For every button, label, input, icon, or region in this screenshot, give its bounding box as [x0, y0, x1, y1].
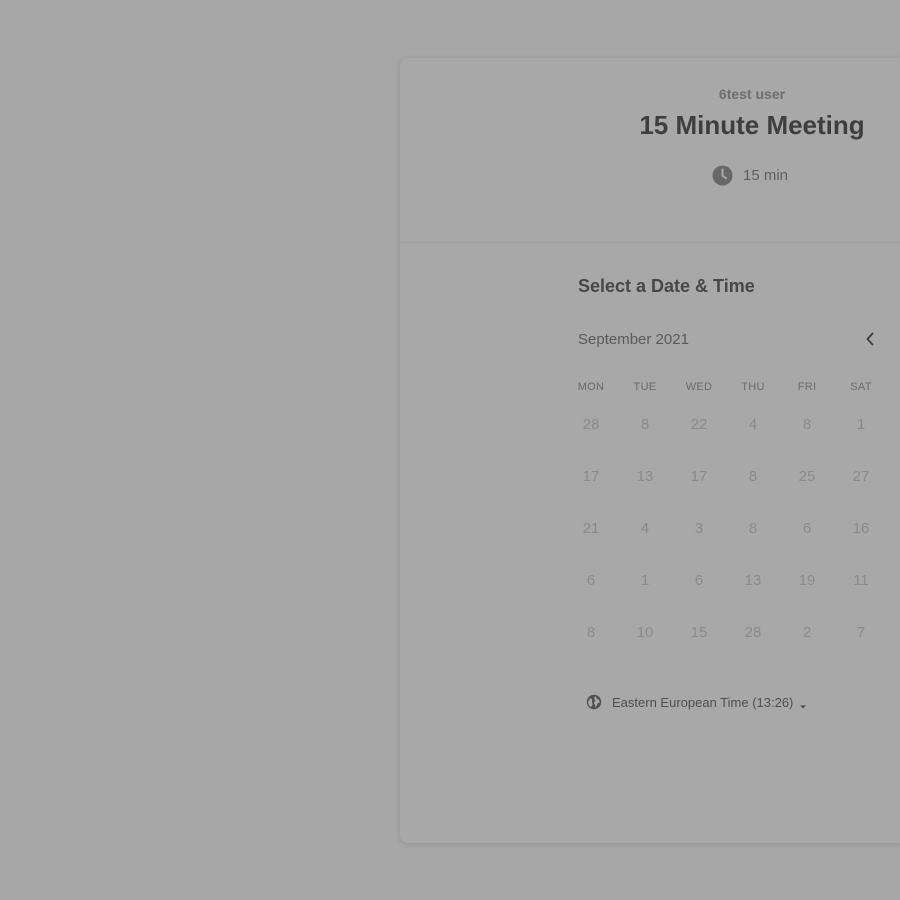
calendar-day: 13	[636, 468, 654, 485]
calendar-day: 3	[694, 520, 704, 537]
duration-label: 15 min	[743, 166, 789, 184]
calendar-day: 16	[852, 520, 870, 537]
calendar-day: 21	[582, 520, 600, 537]
calendar-day: 7	[856, 624, 866, 641]
calendar-day: 1	[640, 572, 650, 589]
calendar-day: 13	[744, 572, 762, 589]
chevron-left-icon	[864, 331, 876, 352]
calendar-day: 22	[690, 416, 708, 433]
calendar-day: 4	[748, 416, 758, 433]
calendar-day: 2	[802, 624, 812, 641]
calendar-day: 28	[744, 624, 762, 641]
weekday-label: SAT	[850, 381, 872, 393]
calendar-day: 6	[694, 572, 704, 589]
weekday-label: THU	[741, 381, 765, 393]
caret-down-icon	[799, 698, 807, 709]
calendar-day: 8	[586, 624, 596, 641]
event-header: 6test user 15 Minute Meeting 15 min	[400, 58, 900, 243]
weekday-header: MON TUE WED THU FRI SAT	[564, 381, 888, 393]
calendar-day: 28	[582, 416, 600, 433]
calendar-day: 8	[748, 468, 758, 485]
calendar-day: 25	[798, 468, 816, 485]
month-label: September 2021	[578, 331, 689, 348]
weekday-label: TUE	[633, 381, 657, 393]
calendar-week: 6 1 6 13 19 11	[564, 569, 888, 621]
weekday-label: MON	[577, 381, 605, 393]
calendar-day: 6	[586, 572, 596, 589]
calendar-day: 4	[640, 520, 650, 537]
calendar-week: 17 13 17 8 25 27	[564, 465, 888, 517]
previous-month-button[interactable]	[858, 330, 882, 352]
calendar-day: 1	[856, 416, 866, 433]
calendar-day: 8	[802, 416, 812, 433]
calendar-day: 11	[853, 572, 869, 589]
section-title: Select a Date & Time	[578, 276, 755, 296]
calendar-grid: 28 8 22 4 8 1 17 13 17 8 25 27 21 4 3 8 …	[564, 413, 888, 673]
calendar-week: 28 8 22 4 8 1	[564, 413, 888, 465]
calendar-day: 17	[582, 468, 600, 485]
booking-card: 6test user 15 Minute Meeting 15 min Sele…	[400, 58, 900, 843]
weekday-label: WED	[685, 381, 713, 393]
calendar-week: 21 4 3 8 6 16	[564, 517, 888, 569]
calendar-day: 17	[690, 468, 708, 485]
calendar-day: 8	[748, 520, 758, 537]
timezone-label: Eastern European Time (13:26)	[612, 694, 794, 710]
weekday-label: FRI	[797, 381, 817, 393]
page-overlay: 6test user 15 Minute Meeting 15 min Sele…	[0, 0, 900, 900]
calendar-day: 27	[852, 468, 870, 485]
calendar-day: 15	[690, 624, 708, 641]
timezone-selector[interactable]: Eastern European Time (13:26)	[586, 694, 807, 710]
calendar-day: 19	[798, 572, 816, 589]
calendar-week: 8 10 15 28 2 7	[564, 621, 888, 673]
event-title: 15 Minute Meeting	[639, 110, 865, 140]
calendar-day: 10	[636, 624, 654, 641]
calendar-day: 6	[802, 520, 812, 537]
calendar-day: 8	[640, 416, 650, 433]
organizer-name: 6test user	[718, 86, 786, 102]
globe-icon	[586, 694, 602, 710]
event-duration: 15 min	[712, 164, 788, 186]
clock-icon	[712, 165, 733, 186]
